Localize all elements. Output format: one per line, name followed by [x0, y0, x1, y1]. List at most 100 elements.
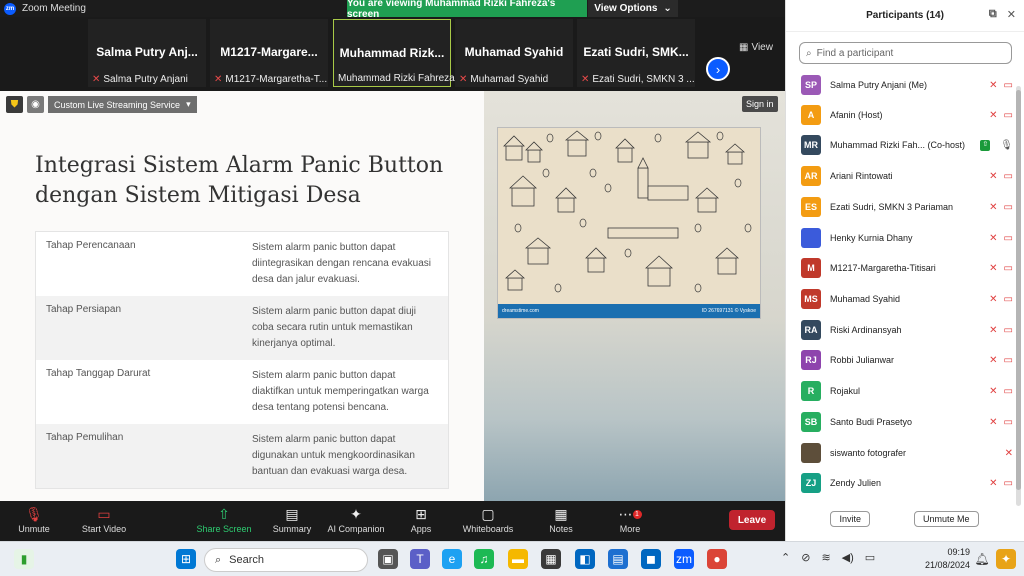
more-button[interactable]: ⋯ 1 More	[600, 504, 660, 534]
chrome-icon[interactable]: ●	[707, 549, 727, 569]
edge-icon[interactable]: e	[442, 549, 462, 569]
chevron-up-icon[interactable]: ⌃	[781, 551, 790, 564]
tile-name: M1217-Margare...	[220, 45, 318, 59]
spotify-icon[interactable]: ♫	[474, 549, 494, 569]
mic-muted-icon: ✕	[989, 416, 998, 428]
weather-icon[interactable]: ▮	[14, 549, 34, 569]
browser-toolbar: ⛊ ◉ Custom Live Streaming Service ▾	[6, 96, 197, 113]
scrollbar-thumb[interactable]	[1016, 90, 1021, 490]
close-panel-icon[interactable]: ✕	[1007, 8, 1016, 21]
task-view-icon[interactable]: ▣	[378, 549, 398, 569]
participant-row[interactable]: R Rojakul ✕ ▭	[801, 381, 1013, 401]
participant-name: Zendy Julien	[830, 478, 882, 488]
unmute-me-button[interactable]: Unmute Me	[913, 511, 979, 527]
participant-row[interactable]: AR Ariani Rintowati ✕ ▭	[801, 166, 1013, 186]
sign-in-button[interactable]: Sign in	[742, 96, 778, 112]
participant-name: Muhamad Syahid	[830, 294, 901, 304]
share-screen-button[interactable]: ⇧ Share Screen	[194, 504, 254, 535]
participant-row[interactable]: ES Ezati Sudri, SMKN 3 Pariaman ✕ ▭	[801, 197, 1013, 217]
participant-row[interactable]: RJ Robbi Julianwar ✕ ▭	[801, 350, 1013, 370]
video-tile[interactable]: M1217-Margare... ✕ M1217-Margaretha-T...	[210, 19, 328, 87]
ai-companion-button[interactable]: ✦ AI Companion	[326, 504, 386, 535]
view-button[interactable]: ▦ View	[739, 42, 773, 53]
participant-row[interactable]: SP Salma Putry Anjani (Me) ✕ ▭	[801, 75, 1013, 95]
whiteboard-icon: ▢	[481, 505, 495, 522]
more-icon: ⋯ 1	[600, 504, 660, 524]
stage-cell: Tahap Pemulihan	[46, 432, 124, 443]
video-tile[interactable]: Ezati Sudri, SMK... ✕ Ezati Sudri, SMKN 3…	[577, 19, 695, 87]
participant-row[interactable]: M M1217-Margaretha-Titisari ✕ ▭	[801, 258, 1013, 278]
participant-row[interactable]: ZJ Zendy Julien ✕ ▭	[801, 473, 1013, 493]
table-row: Tahap Tanggap Darurat Sistem alarm panic …	[36, 360, 448, 424]
start-video-label: Start Video	[81, 524, 127, 534]
settings-app-icon[interactable]: ◼	[641, 549, 661, 569]
avatar: AR	[801, 166, 821, 186]
apps-label: Apps	[410, 524, 432, 534]
teams-icon[interactable]: T	[410, 549, 430, 569]
video-off-icon: ▭	[1003, 385, 1013, 397]
rss-icon[interactable]: ◉	[27, 96, 44, 113]
invite-button[interactable]: Invite	[830, 511, 870, 527]
avatar: R	[801, 381, 821, 401]
summary-button[interactable]: ▤ Summary	[262, 504, 322, 535]
avatar: RJ	[801, 350, 821, 370]
whiteboards-button[interactable]: ▢ Whiteboards	[458, 504, 518, 535]
calculator-icon[interactable]: ▦	[541, 549, 561, 569]
mic-off-tray-icon[interactable]: ⊘	[801, 551, 810, 564]
participant-row[interactable]: Henky Kurnia Dhany ✕ ▭	[801, 228, 1013, 248]
apps-button[interactable]: ⊞ Apps	[391, 504, 451, 535]
next-page-button[interactable]: ›	[706, 57, 730, 81]
video-tile[interactable]: Muhamad Syahid ✕ Muhamad Syahid	[455, 19, 573, 87]
participant-row[interactable]: MR Muhammad Rizki Fah... (Co-host) ⇧ 🎙︎	[801, 135, 1013, 155]
streaming-service-dropdown[interactable]: Custom Live Streaming Service ▾	[48, 96, 197, 113]
whiteboards-label: Whiteboards	[462, 524, 514, 534]
chevron-right-icon: ›	[715, 61, 721, 77]
app-icon[interactable]: ▤	[608, 549, 628, 569]
meeting-toolbar: 🎙︎ Unmute ▭ Start Video ⇧ Share Screen ▤ Sum…	[0, 501, 785, 541]
view-options-button[interactable]: View Options ⌄	[588, 0, 678, 17]
avatar: SP	[801, 75, 821, 95]
mic-muted-icon: ✕	[989, 201, 998, 213]
notes-button[interactable]: ▦ Notes	[531, 504, 591, 535]
participant-row[interactable]: siswanto fotografer ✕	[801, 443, 1013, 463]
zoom-taskbar-icon[interactable]: zm	[674, 549, 694, 569]
clock[interactable]: 09:19 21/08/2024	[918, 546, 970, 572]
system-tray: ⌃ ⊘ ≋ ◀) ▭	[781, 551, 875, 564]
popout-icon[interactable]: ⧉	[989, 8, 997, 21]
participant-row[interactable]: MS Muhamad Syahid ✕ ▭	[801, 289, 1013, 309]
grid-icon: ▦	[739, 42, 749, 53]
avatar: A	[801, 105, 821, 125]
share-screen-label: Share Screen	[196, 524, 252, 534]
more-label: More	[619, 524, 641, 534]
copilot-icon[interactable]: ✦	[996, 549, 1016, 569]
file-explorer-icon[interactable]: ▬	[508, 549, 528, 569]
mic-muted-icon: ✕	[989, 477, 998, 489]
start-icon[interactable]: ⊞	[176, 549, 196, 569]
participant-row[interactable]: A Afanin (Host) ✕ ▭	[801, 105, 1013, 125]
taskbar-search[interactable]: ⌕ Search	[204, 548, 368, 572]
participant-name: Ariani Rintowati	[830, 171, 893, 181]
share-banner: You are viewing Muhammad Rizki Fahreza's…	[347, 0, 587, 20]
desc-cell: Sistem alarm panic button dapat diaktifk…	[252, 370, 429, 413]
notifications-icon[interactable]: 🔔︎	[972, 549, 992, 569]
video-off-icon: ▭	[1003, 324, 1013, 336]
leave-button[interactable]: Leave	[729, 510, 775, 530]
tile-label: Muhamad Syahid	[470, 74, 549, 85]
avatar: M	[801, 258, 821, 278]
store-icon[interactable]: ◧	[575, 549, 595, 569]
unmute-button[interactable]: 🎙︎ Unmute	[4, 504, 64, 535]
participant-row[interactable]: SB Santo Budi Prasetyo ✕ ▭	[801, 412, 1013, 432]
mic-muted-icon: ✕	[92, 74, 101, 85]
battery-icon[interactable]: ▭	[865, 551, 875, 564]
video-tile-active-speaker[interactable]: Muhammad Rizk... Muhammad Rizki Fahreza	[333, 19, 455, 87]
volume-icon[interactable]: ◀)	[842, 551, 854, 564]
find-participant-input[interactable]: ⌕ Find a participant	[799, 42, 1012, 64]
start-video-button[interactable]: ▭ Start Video	[74, 504, 134, 535]
participant-row[interactable]: RA Riski Ardinansyah ✕ ▭	[801, 320, 1013, 340]
video-tile[interactable]: Salma Putry Anj... ✕ Salma Putry Anjani	[88, 19, 206, 87]
video-strip: Salma Putry Anj... ✕ Salma Putry Anjani M…	[0, 17, 785, 91]
participant-name: Muhammad Rizki Fah... (Co-host)	[830, 140, 966, 150]
shield-icon[interactable]: ⛊	[6, 96, 23, 113]
wifi-icon[interactable]: ≋	[821, 551, 830, 564]
mic-muted-icon: ✕	[459, 74, 468, 85]
